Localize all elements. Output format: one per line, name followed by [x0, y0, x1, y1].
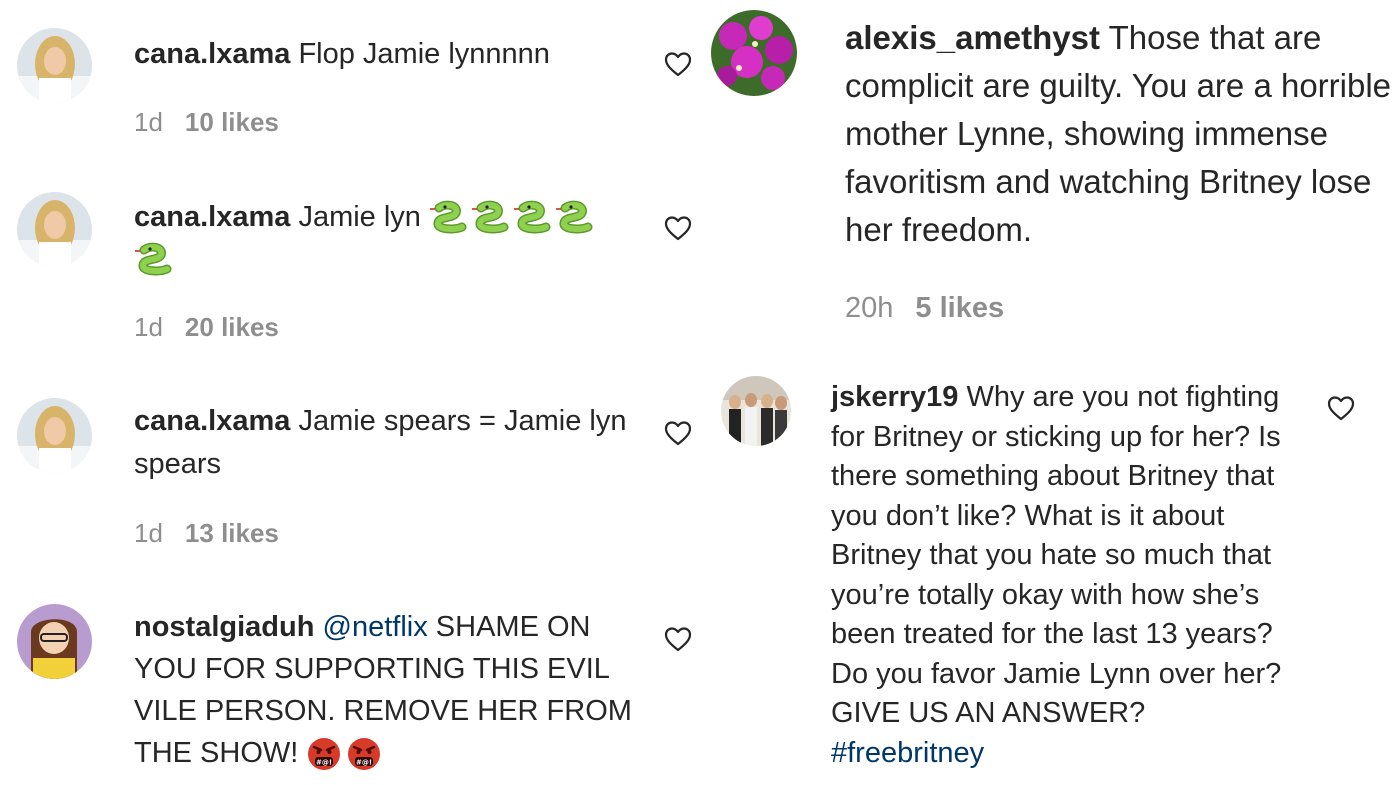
cursing-face-emoji: #@!: [306, 736, 342, 772]
comment-body: cana.lxama Jamie lyn: [134, 196, 634, 280]
user-avatar[interactable]: [17, 192, 92, 267]
comment-username[interactable]: cana.lxama: [134, 405, 290, 437]
snake-emoji: [134, 242, 172, 278]
user-avatar[interactable]: [17, 398, 92, 473]
comment-time[interactable]: 1d: [134, 107, 163, 137]
comment-meta: 1d 20 likes: [134, 310, 279, 344]
comment-item: cana.lxama Jamie spears = Jamie lyn spea…: [0, 380, 706, 570]
likes-count[interactable]: 20 likes: [185, 312, 279, 342]
comment-body: nostalgiaduh @netflix SHAME ON YOU FOR S…: [134, 606, 654, 774]
comment-time[interactable]: 1d: [134, 312, 163, 342]
snake-emoji: [555, 200, 593, 236]
comment-text: Jamie lyn: [298, 201, 421, 233]
comment-text: Why are you not fighting for Britney or …: [831, 381, 1282, 729]
snake-emoji: [513, 200, 551, 236]
comment-time[interactable]: 1d: [134, 518, 163, 548]
hashtag-link[interactable]: #freebritney: [831, 737, 984, 769]
comment-item: jskerry19 Why are you not fighting for B…: [706, 360, 1396, 785]
user-avatar[interactable]: [17, 28, 92, 103]
comment-time[interactable]: 20h: [845, 292, 893, 324]
snake-emoji: [429, 200, 467, 236]
comment-username[interactable]: alexis_amethyst: [845, 19, 1100, 56]
svg-text:#@!: #@!: [356, 759, 372, 767]
comment-item: alexis_amethyst Those that are complicit…: [706, 0, 1396, 350]
comment-body: alexis_amethyst Those that are complicit…: [845, 14, 1393, 254]
comment-body: jskerry19 Why are you not fighting for B…: [831, 378, 1301, 773]
likes-count[interactable]: 5 likes: [915, 292, 1004, 324]
comment-item: nostalgiaduh @netflix SHAME ON YOU FOR S…: [0, 590, 706, 785]
user-avatar[interactable]: [17, 604, 92, 679]
comment-meta: 1d 10 likes: [134, 105, 279, 139]
likes-count[interactable]: 13 likes: [185, 518, 279, 548]
comment-body: cana.lxama Flop Jamie lynnnnn: [134, 34, 634, 74]
comment-username[interactable]: jskerry19: [831, 381, 958, 413]
mention-link[interactable]: @netflix: [323, 611, 428, 643]
comment-username[interactable]: cana.lxama: [134, 201, 290, 233]
comment-text: Flop Jamie lynnnnn: [298, 38, 550, 70]
comment-meta: 1d 13 likes: [134, 516, 279, 550]
comment-body: cana.lxama Jamie spears = Jamie lyn spea…: [134, 400, 634, 486]
comment-item: cana.lxama Jamie lyn 1d 20 likes: [0, 170, 706, 360]
like-heart-icon[interactable]: [664, 626, 692, 652]
comment-username[interactable]: cana.lxama: [134, 38, 290, 70]
comment-meta: 20h 5 likes: [845, 289, 1004, 327]
likes-count[interactable]: 10 likes: [185, 107, 279, 137]
comment-username[interactable]: nostalgiaduh: [134, 611, 314, 643]
user-avatar[interactable]: [711, 10, 797, 96]
svg-text:#@!: #@!: [316, 759, 332, 767]
like-heart-icon[interactable]: [1327, 395, 1355, 421]
snake-emoji: [471, 200, 509, 236]
like-heart-icon[interactable]: [664, 51, 692, 77]
left-comments-panel: cana.lxama Flop Jamie lynnnnn 1d 10 likes…: [0, 0, 706, 785]
cursing-face-emoji: #@!: [346, 736, 382, 772]
like-heart-icon[interactable]: [664, 420, 692, 446]
right-comments-panel: alexis_amethyst Those that are complicit…: [706, 0, 1396, 785]
like-heart-icon[interactable]: [664, 215, 692, 241]
user-avatar[interactable]: [721, 376, 791, 446]
comment-item: cana.lxama Flop Jamie lynnnnn 1d 10 likes: [0, 0, 706, 160]
